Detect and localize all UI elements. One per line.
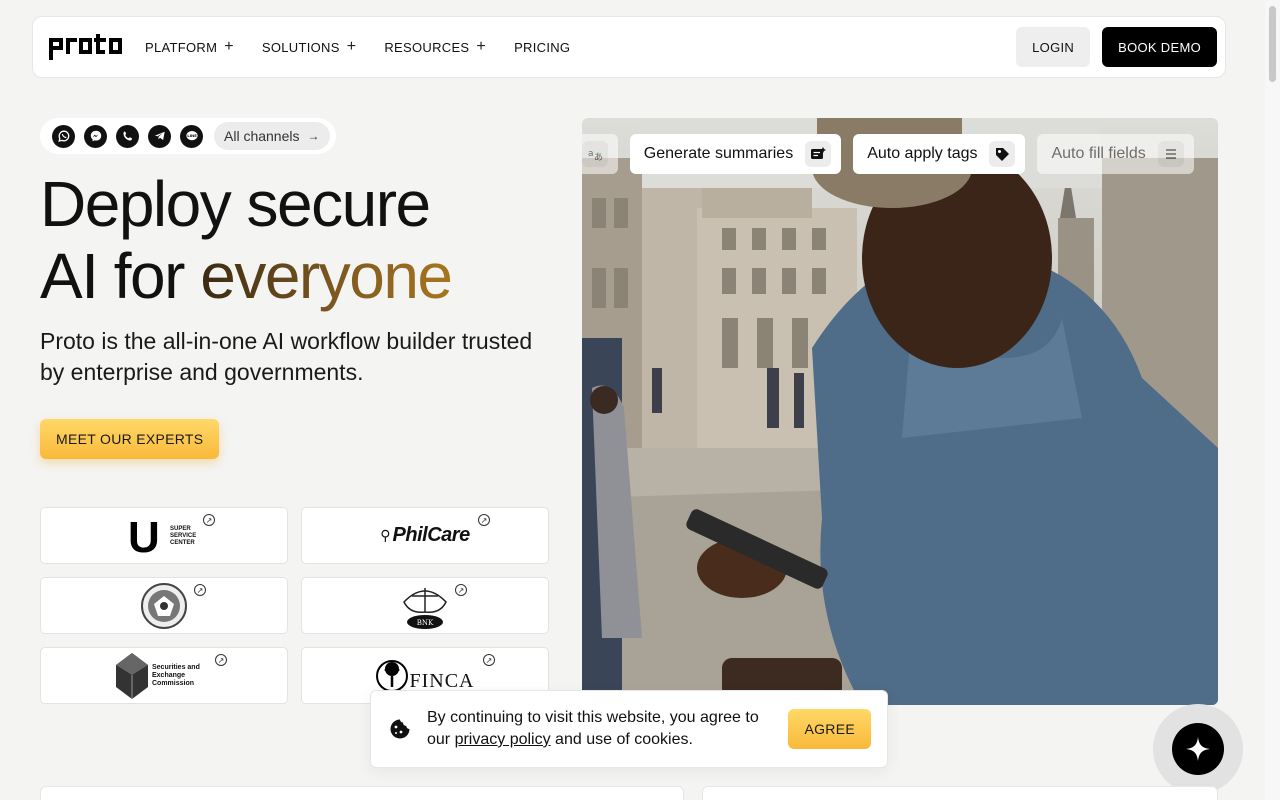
book-demo-button[interactable]: BOOK DEMO bbox=[1102, 27, 1217, 67]
plus-icon: + bbox=[346, 38, 357, 55]
nav-resources[interactable]: RESOURCES + bbox=[384, 39, 486, 55]
scrollbar-thumb[interactable] bbox=[1269, 6, 1276, 82]
agree-button[interactable]: AGREE bbox=[788, 709, 871, 749]
feature-chip[interactable]: Generate summaries bbox=[629, 134, 842, 174]
ssc-logo-text: SUPER SERVICE CENTER bbox=[170, 526, 197, 546]
feature-chip[interactable]: Auto fill fields bbox=[1037, 134, 1194, 174]
translate-icon: aあ bbox=[582, 141, 608, 167]
feature-chip-label: Generate summaries bbox=[643, 145, 794, 162]
hero-photo: ons aあ Generate summaries Auto apply tag… bbox=[582, 118, 1218, 705]
street-scene-illustration bbox=[582, 118, 1218, 705]
ssc-logo-letter: U bbox=[128, 516, 160, 556]
top-nav: PLATFORM + SOLUTIONS + RESOURCES + PRICI… bbox=[32, 16, 1226, 78]
nav-solutions[interactable]: SOLUTIONS + bbox=[262, 39, 356, 55]
feature-chip-label: Auto apply tags bbox=[867, 145, 978, 162]
philcare-mark-icon: ⚲ bbox=[380, 527, 391, 543]
viber-icon[interactable] bbox=[116, 124, 139, 148]
sec-logo-text: Securities and Exchange Commission bbox=[152, 663, 200, 687]
hero-headline: Deploy secure AI for everyone bbox=[40, 168, 560, 312]
bnk-text: BNK bbox=[417, 619, 434, 627]
proto-logo[interactable] bbox=[49, 32, 123, 62]
feature-ticker: ons aあ Generate summaries Auto apply tag… bbox=[582, 134, 1194, 174]
nav-resources-label: RESOURCES bbox=[384, 39, 470, 55]
headline-line-2: AI for bbox=[40, 240, 201, 312]
philcare-logo-text: PhilCare bbox=[392, 524, 471, 546]
fields-icon bbox=[1157, 141, 1184, 167]
plus-icon: + bbox=[224, 38, 234, 55]
external-link-icon: ↗ bbox=[203, 514, 215, 526]
ai-assistant-fab-halo bbox=[1153, 704, 1243, 794]
logo-card-bnk[interactable]: BNK ↗ bbox=[301, 577, 549, 634]
cookie-banner: By continuing to visit this website, you… bbox=[370, 690, 888, 768]
ai-assistant-button[interactable] bbox=[1172, 723, 1224, 775]
whatsapp-icon[interactable] bbox=[52, 124, 75, 148]
nav-pricing-label: PRICING bbox=[514, 39, 571, 55]
logo-card-sec[interactable]: Securities and Exchange Commission ↗ bbox=[40, 647, 288, 704]
nav-platform-label: PLATFORM bbox=[145, 39, 218, 55]
headline-line-1: Deploy secure bbox=[40, 168, 431, 240]
line-icon-text: LINE bbox=[187, 133, 197, 138]
bottom-card-right bbox=[702, 786, 1218, 800]
login-button[interactable]: LOGIN bbox=[1016, 27, 1091, 67]
bottom-card-left bbox=[40, 786, 684, 800]
external-link-icon: ↗ bbox=[194, 584, 206, 596]
all-channels-link[interactable]: All channels → bbox=[214, 122, 330, 150]
messenger-icon[interactable] bbox=[84, 124, 107, 148]
meet-experts-button[interactable]: MEET OUR EXPERTS bbox=[40, 419, 220, 459]
nav-solutions-label: SOLUTIONS bbox=[261, 39, 340, 55]
nav-platform[interactable]: PLATFORM + bbox=[145, 39, 234, 55]
logo-card-super-service-center[interactable]: U SUPER SERVICE CENTER ↗ bbox=[40, 507, 288, 564]
external-link-icon: ↗ bbox=[478, 514, 490, 526]
summary-icon bbox=[805, 141, 832, 167]
svg-text:あ: あ bbox=[594, 152, 603, 162]
logo-card-government-seal[interactable]: ↗ bbox=[40, 577, 288, 634]
sparkle-icon bbox=[1186, 737, 1210, 761]
nav-pricing[interactable]: PRICING bbox=[514, 40, 570, 55]
telegram-icon[interactable] bbox=[148, 124, 171, 148]
sec-logo-mark bbox=[116, 652, 148, 699]
cookie-icon bbox=[390, 719, 410, 739]
external-link-icon: ↗ bbox=[483, 654, 495, 666]
privacy-policy-link[interactable]: privacy policy bbox=[455, 731, 551, 748]
customer-logos: U SUPER SERVICE CENTER ↗ ⚲ PhilCare ↗ ↗ … bbox=[40, 507, 549, 704]
nav-actions: LOGIN BOOK DEMO bbox=[1016, 27, 1217, 67]
cookie-message: By continuing to visit this website, you… bbox=[427, 707, 777, 751]
headline-accent-word: everyone bbox=[200, 240, 453, 312]
external-link-icon: ↗ bbox=[455, 584, 467, 596]
plus-icon: + bbox=[476, 38, 487, 55]
cookie-text-after: and use of cookies. bbox=[550, 731, 693, 748]
feature-chip[interactable]: ons aあ bbox=[582, 134, 618, 174]
line-icon[interactable]: LINE bbox=[180, 124, 203, 148]
feature-chip[interactable]: Auto apply tags bbox=[853, 134, 1026, 174]
all-channels-label: All channels bbox=[224, 128, 300, 144]
logo-card-philcare[interactable]: ⚲ PhilCare ↗ bbox=[301, 507, 549, 564]
feature-chip-label: Auto fill fields bbox=[1051, 145, 1146, 162]
government-seal-logo bbox=[141, 582, 187, 629]
arrow-right-icon: → bbox=[307, 129, 320, 143]
bnk-emblem-logo: BNK bbox=[403, 587, 447, 629]
page-scrollbar[interactable] bbox=[1265, 0, 1280, 800]
svg-text:a: a bbox=[588, 149, 594, 159]
proto-logo-mark bbox=[49, 34, 122, 60]
external-link-icon: ↗ bbox=[215, 654, 227, 666]
tag-icon bbox=[989, 141, 1016, 167]
hero-subtext: Proto is the all-in-one AI workflow buil… bbox=[40, 328, 533, 385]
channels-pill: LINE All channels → bbox=[40, 118, 336, 154]
finca-tree-icon bbox=[376, 659, 409, 692]
